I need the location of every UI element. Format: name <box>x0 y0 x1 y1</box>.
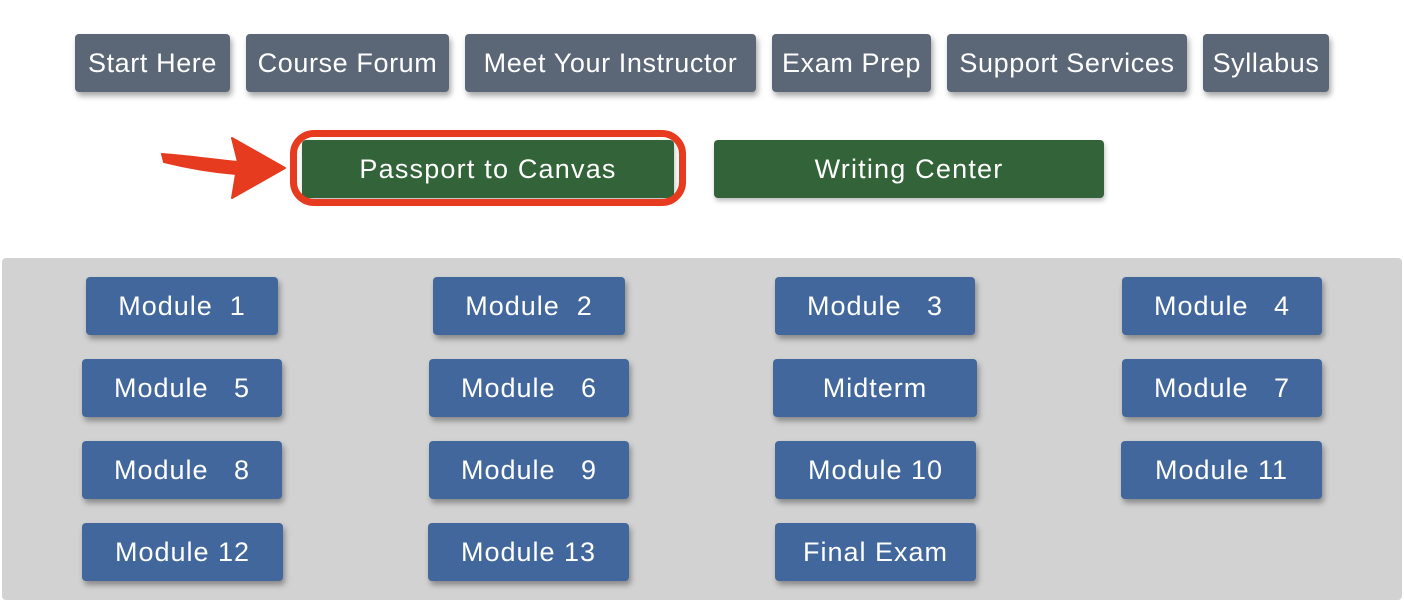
module-5-button[interactable]: Module 5 <box>82 359 282 417</box>
module-11-button[interactable]: Module 11 <box>1121 441 1322 499</box>
module-7-button[interactable]: Module 7 <box>1122 359 1322 417</box>
module-1-button[interactable]: Module 1 <box>86 277 278 335</box>
start-here-button[interactable]: Start Here <box>75 34 230 92</box>
course-forum-button[interactable]: Course Forum <box>246 34 449 92</box>
support-services-button[interactable]: Support Services <box>947 34 1187 92</box>
module-8-button[interactable]: Module 8 <box>82 441 282 499</box>
module-2-button[interactable]: Module 2 <box>433 277 625 335</box>
final-exam-button[interactable]: Final Exam <box>775 523 976 581</box>
module-10-button[interactable]: Module 10 <box>775 441 976 499</box>
module-6-button[interactable]: Module 6 <box>429 359 629 417</box>
syllabus-button[interactable]: Syllabus <box>1203 34 1329 92</box>
red-arrow-annotation <box>161 137 286 199</box>
module-13-button[interactable]: Module 13 <box>428 523 629 581</box>
module-9-button[interactable]: Module 9 <box>429 441 629 499</box>
module-12-button[interactable]: Module 12 <box>82 523 283 581</box>
module-3-button[interactable]: Module 3 <box>775 277 975 335</box>
midterm-button[interactable]: Midterm <box>773 359 977 417</box>
writing-center-button[interactable]: Writing Center <box>714 140 1104 198</box>
exam-prep-button[interactable]: Exam Prep <box>772 34 931 92</box>
module-4-button[interactable]: Module 4 <box>1122 277 1322 335</box>
highlight-outline-annotation <box>290 130 686 206</box>
meet-your-instructor-button[interactable]: Meet Your Instructor <box>465 34 756 92</box>
